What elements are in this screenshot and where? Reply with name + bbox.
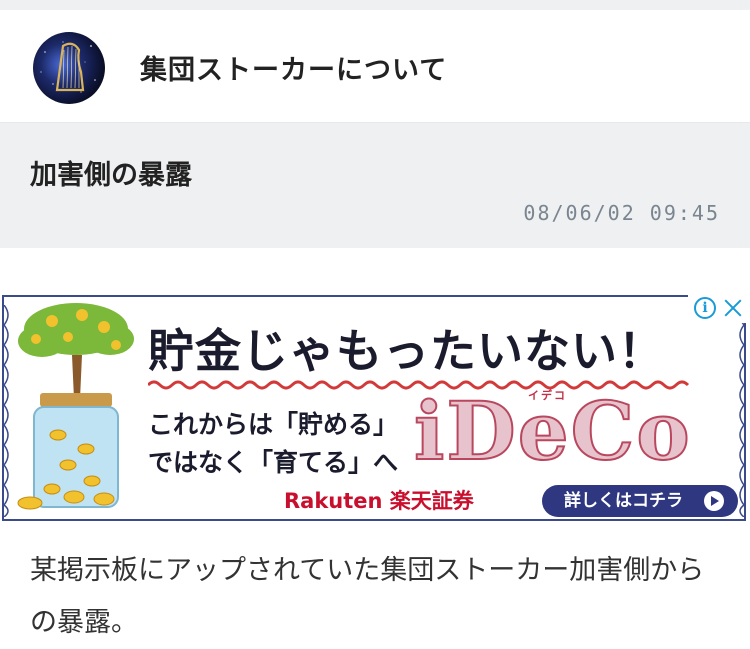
blog-title[interactable]: 集団ストーカーについて	[140, 48, 447, 87]
ad-line-1: これからは「貯める」	[148, 410, 399, 439]
scallop-border-right	[739, 305, 744, 517]
ad-sponsor: Rakuten 楽天証券	[284, 489, 474, 513]
harp-icon	[40, 41, 96, 93]
ad-banner[interactable]: 貯金じゃもったいない！ これからは「貯める」 ではなく「育てる」へ イデコ iD…	[0, 293, 750, 525]
close-icon[interactable]	[722, 297, 744, 319]
ad-choices: i	[688, 293, 750, 323]
ad-cta-label: 詳しくはコチラ	[564, 491, 683, 511]
money-tree-jar-icon	[17, 303, 134, 510]
ad-cta-button[interactable]: 詳しくはコチラ	[542, 485, 738, 517]
ad-line-2: ではなく「育てる」へ	[148, 448, 399, 477]
post-date: 08/06/02 09:45	[523, 201, 720, 225]
scallop-border-left	[4, 305, 9, 517]
ad-headline: 貯金じゃもったいない！	[148, 324, 665, 378]
post-header: 加害側の暴露 08/06/02 09:45	[0, 123, 750, 248]
play-arrow-icon	[704, 491, 724, 511]
ad-brand-logo: iDeCo	[413, 384, 692, 478]
post-title: 加害側の暴露	[30, 160, 192, 191]
avatar[interactable]	[33, 32, 105, 104]
post-body: 某掲示板にアップされていた集団ストーカー加害側からの暴露。	[30, 555, 705, 638]
blog-header: 集団ストーカーについて	[0, 10, 750, 123]
top-strip	[0, 0, 750, 10]
info-icon[interactable]: i	[694, 297, 716, 319]
